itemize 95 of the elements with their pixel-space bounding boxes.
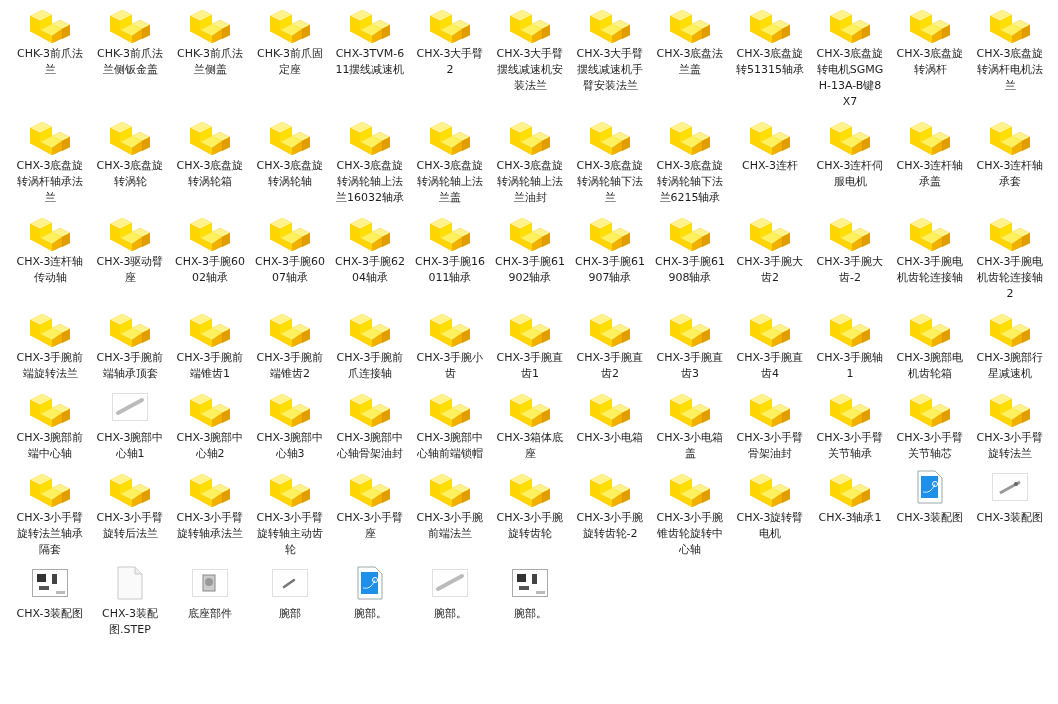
file-name[interactable]: 腕部。 xyxy=(415,606,485,622)
file-name[interactable]: CHX-3腕部前端中心轴 xyxy=(15,430,85,462)
file-name[interactable]: CHX-3小手臂关节轴芯 xyxy=(895,430,965,462)
file-name[interactable]: CHX-3手腕电机齿轮连接轴 xyxy=(895,254,965,286)
file-name[interactable]: CHX-3轴承1 xyxy=(815,510,885,526)
file-name[interactable]: CHK-3前爪固定座 xyxy=(255,46,325,78)
file-name[interactable]: CHX-3装配图 xyxy=(895,510,965,526)
file-name[interactable]: CHX-3驱动臂座 xyxy=(95,254,165,286)
file-name[interactable]: CHX-3小电箱盖 xyxy=(655,430,725,462)
file-name[interactable]: CHX-3手腕电机齿轮连接轴2 xyxy=(975,254,1045,302)
file-name[interactable]: CHX-3手腕前端锥齿2 xyxy=(255,350,325,382)
file-name[interactable]: CHX-3旋转臂电机 xyxy=(735,510,805,542)
file-name[interactable]: CHX-3大手臂2 xyxy=(415,46,485,78)
file-name[interactable]: CHX-3大手臂摆线减速机安装法兰 xyxy=(495,46,565,94)
file-name[interactable]: CHK-3前爪法兰侧钣金盖 xyxy=(95,46,165,78)
file-name[interactable]: CHX-3腕部中心轴2 xyxy=(175,430,245,462)
file-name[interactable]: CHX-3小手臂旋转后法兰 xyxy=(95,510,165,542)
file-name[interactable]: CHX-3底盘旋转涡轮箱 xyxy=(175,158,245,190)
file-name[interactable]: CHX-3连杆轴承套 xyxy=(975,158,1045,190)
file-name[interactable]: CHX-3小手腕旋转齿轮 xyxy=(495,510,565,542)
file-name[interactable]: CHX-3底盘旋转涡杆电机法兰 xyxy=(975,46,1045,94)
file-name[interactable]: CHX-3大手臂摆线减速机手臂安装法兰 xyxy=(575,46,645,94)
file-name[interactable]: CHX-3底盘旋转涡轮轴上法兰油封 xyxy=(495,158,565,206)
file-name[interactable]: CHX-3小手臂骨架油封 xyxy=(735,430,805,462)
base-thumbnail xyxy=(192,569,228,597)
drawing-file-icon xyxy=(357,566,383,600)
file-name[interactable]: CHX-3手腕直齿3 xyxy=(655,350,725,382)
file-name[interactable]: CHX-3腕部行星减速机 xyxy=(975,350,1045,382)
part-thumbnail xyxy=(272,569,308,597)
file-name[interactable]: CHX-3底盘旋转涡轮轴上法兰盖 xyxy=(415,158,485,206)
file-name[interactable]: CHX-3连杆轴传动轴 xyxy=(15,254,85,286)
file-name[interactable]: CHX-3腕部中心轴3 xyxy=(255,430,325,462)
file-name[interactable]: CHX-3底盘旋转涡杆 xyxy=(895,46,965,78)
file-name[interactable]: CHX-3TVM-611摆线减速机 xyxy=(335,46,405,78)
file-name[interactable]: CHX-3装配图.STEP xyxy=(95,606,165,638)
file-name[interactable]: CHX-3手腕6007轴承 xyxy=(255,254,325,286)
file-name[interactable]: CHX-3底盘旋转涡轮轴上法兰16032轴承 xyxy=(335,158,405,206)
file-name[interactable]: CHX-3手腕前端旋转法兰 xyxy=(15,350,85,382)
file-name[interactable]: CHX-3装配图 xyxy=(15,606,85,622)
file-name[interactable]: CHX-3手腕16011轴承 xyxy=(415,254,485,286)
file-name[interactable]: CHX-3手腕61907轴承 xyxy=(575,254,645,286)
file-name[interactable]: CHX-3小手臂座 xyxy=(335,510,405,542)
file-name[interactable]: CHX-3手腕61908轴承 xyxy=(655,254,725,286)
file-name[interactable]: CHX-3连杆 xyxy=(735,158,805,174)
file-name[interactable]: CHX-3小手腕旋转齿轮-2 xyxy=(575,510,645,542)
file-name[interactable]: CHX-3腕部中心轴1 xyxy=(95,430,165,462)
file-name[interactable]: CHX-3小手臂关节轴承 xyxy=(815,430,885,462)
file-name[interactable]: 腕部 xyxy=(255,606,325,622)
file-name[interactable]: CHX-3腕部中心轴前端锁帽 xyxy=(415,430,485,462)
file-name[interactable]: CHX-3底盘旋转51315轴承 xyxy=(735,46,805,78)
file-name[interactable]: CHX-3腕部中心轴骨架油封 xyxy=(335,430,405,462)
file-name[interactable]: CHX-3箱体底座 xyxy=(495,430,565,462)
file-name[interactable]: CHX-3手腕大齿-2 xyxy=(815,254,885,286)
assembly-thumbnail xyxy=(992,473,1028,501)
file-name[interactable]: CHK-3前爪法兰侧盖 xyxy=(175,46,245,78)
file-name[interactable]: CHX-3手腕61902轴承 xyxy=(495,254,565,286)
file-name[interactable]: CHX-3手腕6204轴承 xyxy=(335,254,405,286)
file-name[interactable]: CHX-3底盘旋转电机SGMGH-13A-B键8X7 xyxy=(815,46,885,110)
file-name[interactable]: CHX-3小手臂旋转法兰 xyxy=(975,430,1045,462)
file-name[interactable]: CHX-3手腕直齿1 xyxy=(495,350,565,382)
file-name[interactable]: CHX-3底盘法兰盖 xyxy=(655,46,725,78)
sheet-thumbnail xyxy=(32,569,68,597)
blank-file-icon xyxy=(117,566,143,600)
file-name[interactable]: CHX-3手腕轴1 xyxy=(815,350,885,382)
file-name[interactable]: CHX-3底盘旋转涡轮轴 xyxy=(255,158,325,190)
file-name[interactable]: CHX-3手腕直齿2 xyxy=(575,350,645,382)
file-name[interactable]: 腕部。 xyxy=(335,606,405,622)
file-name[interactable]: CHX-3小手腕前端法兰 xyxy=(415,510,485,542)
file-name[interactable]: CHX-3手腕前爪连接轴 xyxy=(335,350,405,382)
file-name[interactable]: CHX-3连杆轴承盖 xyxy=(895,158,965,190)
shaft-thumbnail xyxy=(432,569,468,597)
file-name[interactable]: 底座部件 xyxy=(175,606,245,622)
drawing-file-icon xyxy=(917,470,943,504)
file-name[interactable]: CHX-3连杆伺服电机 xyxy=(815,158,885,190)
file-name[interactable]: CHX-3手腕6002轴承 xyxy=(175,254,245,286)
file-name[interactable]: CHX-3底盘旋转涡轮轴下法兰6215轴承 xyxy=(655,158,725,206)
file-name[interactable]: CHX-3手腕前端锥齿1 xyxy=(175,350,245,382)
file-name[interactable]: CHK-3前爪法兰 xyxy=(15,46,85,78)
file-name[interactable]: CHX-3手腕大齿2 xyxy=(735,254,805,286)
file-name[interactable]: CHX-3底盘旋转涡杆轴承法兰 xyxy=(15,158,85,206)
file-name[interactable]: CHX-3小电箱 xyxy=(575,430,645,446)
file-name[interactable]: CHX-3小手臂旋转轴主动齿轮 xyxy=(255,510,325,558)
shaft-thumbnail xyxy=(112,393,148,421)
file-name[interactable]: 腕部。 xyxy=(495,606,565,622)
sheet-thumbnail xyxy=(512,569,548,597)
file-name[interactable]: CHX-3小手臂旋转法兰轴承隔套 xyxy=(15,510,85,558)
file-name[interactable]: CHX-3手腕直齿4 xyxy=(735,350,805,382)
file-name[interactable]: CHX-3小手臂旋转轴承法兰 xyxy=(175,510,245,542)
file-name[interactable]: CHX-3底盘旋转涡轮轴下法兰 xyxy=(575,158,645,206)
file-name[interactable]: CHX-3装配图 xyxy=(975,510,1045,526)
file-name[interactable]: CHX-3底盘旋转涡轮 xyxy=(95,158,165,190)
file-name[interactable]: CHX-3手腕前端轴承顶套 xyxy=(95,350,165,382)
file-name[interactable]: CHX-3腕部电机齿轮箱 xyxy=(895,350,965,382)
file-name[interactable]: CHX-3小手腕锥齿轮旋转中心轴 xyxy=(655,510,725,558)
file-name[interactable]: CHX-3手腕小齿 xyxy=(415,350,485,382)
